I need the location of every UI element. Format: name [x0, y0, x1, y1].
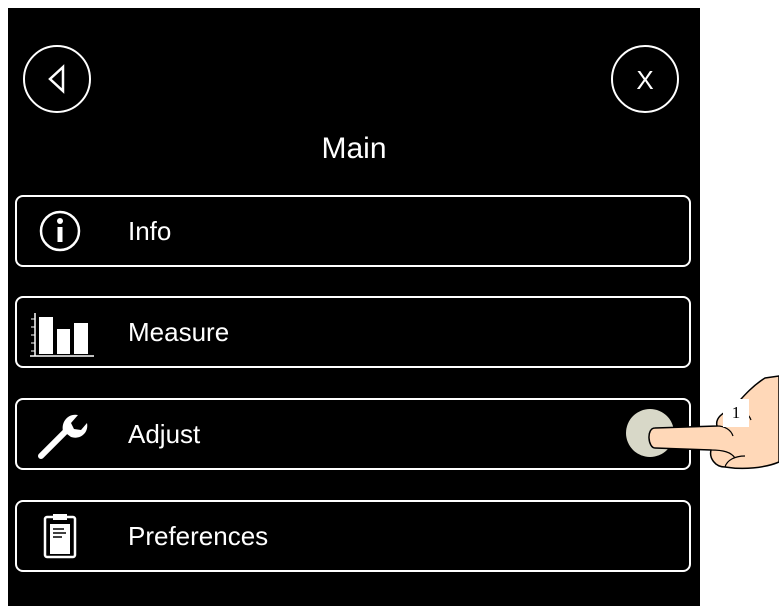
menu-item-measure[interactable]: Measure — [15, 296, 691, 368]
menu-item-preferences[interactable]: Preferences — [15, 500, 691, 572]
back-button[interactable] — [23, 45, 91, 113]
device-screen: X Main Info Measure Adjust Preferences — [8, 8, 700, 606]
close-button[interactable]: X — [611, 45, 679, 113]
menu-item-adjust[interactable]: Adjust — [15, 398, 691, 470]
back-triangle-icon — [48, 64, 65, 94]
menu-item-label: Adjust — [128, 419, 201, 449]
bar-chart-icon — [25, 308, 97, 360]
menu-item-label: Measure — [128, 317, 230, 347]
step-number-label: 1 — [723, 399, 749, 427]
menu-item-label: Preferences — [128, 521, 269, 551]
pointing-hand-icon — [626, 375, 779, 470]
page-title: Main — [321, 132, 387, 165]
close-label: X — [636, 65, 654, 95]
menu-item-label: Info — [128, 216, 172, 246]
wrench-icon — [34, 408, 92, 462]
clipboard-icon — [34, 514, 86, 559]
menu-item-info[interactable]: Info — [15, 195, 691, 267]
info-icon — [34, 209, 86, 253]
